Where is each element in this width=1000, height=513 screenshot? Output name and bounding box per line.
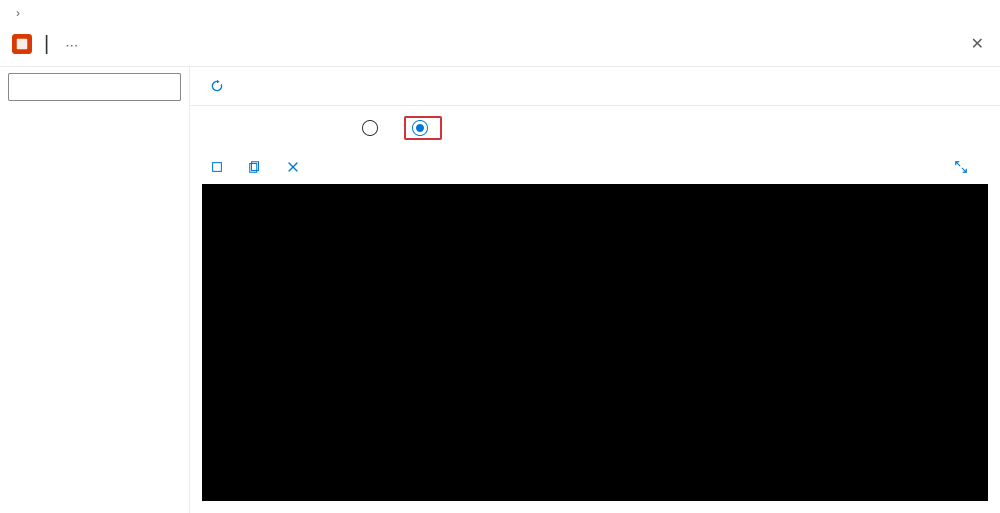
- copy-icon: [248, 160, 262, 174]
- search-input-wrapper[interactable]: [8, 73, 181, 101]
- radio-system[interactable]: [412, 120, 434, 136]
- action-row: [190, 150, 1000, 184]
- log-console[interactable]: [202, 184, 988, 501]
- refresh-button[interactable]: [202, 75, 236, 97]
- sidebar: [0, 67, 190, 513]
- logs-mode-row: [190, 106, 1000, 150]
- radio-console[interactable]: [362, 120, 384, 136]
- clear-icon: [286, 160, 300, 174]
- close-icon[interactable]: ✕: [967, 30, 988, 58]
- maximize-icon: [954, 160, 968, 174]
- more-options-icon[interactable]: ⋯: [65, 38, 78, 54]
- chevron-right-icon: ›: [16, 6, 20, 20]
- radio-circle-checked-icon: [412, 120, 428, 136]
- container-app-icon: [12, 34, 32, 54]
- stop-button[interactable]: [202, 156, 236, 178]
- clear-button[interactable]: [278, 156, 312, 178]
- maximize-button[interactable]: [954, 160, 972, 174]
- page-title-sep: |: [44, 33, 49, 56]
- refresh-icon: [210, 79, 224, 93]
- radio-system-highlight: [404, 116, 442, 140]
- toolbar: [190, 67, 1000, 106]
- stop-icon: [210, 160, 224, 174]
- search-input[interactable]: [23, 80, 178, 94]
- breadcrumb: ›: [0, 0, 1000, 26]
- page-header: | ⋯ ✕: [0, 26, 1000, 67]
- copy-button[interactable]: [240, 156, 274, 178]
- content-area: [190, 67, 1000, 513]
- radio-circle-icon: [362, 120, 378, 136]
